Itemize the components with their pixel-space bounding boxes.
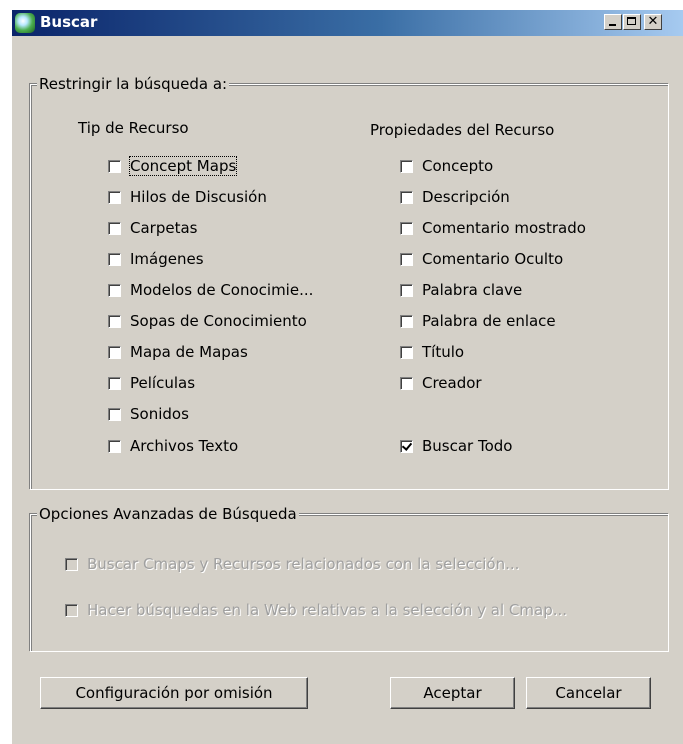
checkbox-label: Título: [422, 343, 465, 361]
checkbox-description[interactable]: Descripción: [400, 187, 510, 207]
checkbox-label: Mapa de Mapas: [130, 343, 248, 361]
checkbox-keyword[interactable]: Palabra clave: [400, 280, 522, 300]
checkbox-linking-phrase[interactable]: Palabra de enlace: [400, 311, 556, 331]
checkbox-box[interactable]: [400, 190, 413, 204]
checkbox-box[interactable]: [400, 376, 413, 390]
checkbox-box[interactable]: [108, 439, 121, 453]
checkbox-box-checked[interactable]: [400, 439, 413, 453]
checkbox-label: Buscar Cmaps y Recursos relacionados con…: [87, 555, 520, 573]
checkbox-knowledge-models[interactable]: Modelos de Conocimie...: [108, 280, 313, 300]
checkbox-box[interactable]: [108, 283, 121, 297]
checkbox-box[interactable]: [65, 603, 78, 617]
maximize-icon: [627, 17, 636, 25]
search-dialog: Buscar ✕ Restringir la búsqueda a: Tip d…: [12, 10, 683, 744]
checkbox-label: Hacer búsquedas en la Web relativas a la…: [87, 601, 568, 619]
checkbox-box[interactable]: [108, 190, 121, 204]
advanced-options-group-title: Opciones Avanzadas de Búsqueda: [37, 505, 299, 523]
checkbox-label: Archivos Texto: [130, 437, 239, 455]
resource-type-heading: Tip de Recurso: [78, 119, 189, 137]
checkbox-label: Concepto: [422, 157, 494, 175]
checkbox-label: Palabra clave: [422, 281, 523, 299]
checkbox-box[interactable]: [400, 314, 413, 328]
minimize-button[interactable]: [604, 14, 622, 30]
checkbox-box[interactable]: [108, 221, 121, 235]
cancel-button[interactable]: Cancelar: [526, 677, 651, 709]
checkbox-label: Concept Maps: [128, 156, 238, 176]
checkbox-label: Imágenes: [130, 250, 204, 268]
checkbox-search-all[interactable]: Buscar Todo: [400, 436, 512, 456]
checkbox-label: Creador: [422, 374, 482, 392]
checkbox-creator[interactable]: Creador: [400, 373, 482, 393]
checkbox-label: Palabra de enlace: [422, 312, 556, 330]
title-bar[interactable]: Buscar ✕: [12, 10, 683, 36]
minimize-icon: [609, 24, 616, 26]
checkbox-concept-maps[interactable]: Concept Maps: [108, 156, 238, 176]
checkbox-label: Hilos de Discusión: [130, 188, 267, 206]
checkbox-box[interactable]: [108, 407, 121, 421]
close-button[interactable]: ✕: [644, 14, 662, 30]
checkbox-search-related-cmaps[interactable]: Buscar Cmaps y Recursos relacionados con…: [65, 554, 519, 574]
checkbox-images[interactable]: Imágenes: [108, 249, 204, 269]
checkbox-hidden-comment[interactable]: Comentario Oculto: [400, 249, 563, 269]
checkbox-label: Buscar Todo: [422, 437, 513, 455]
checkbox-discussion-threads[interactable]: Hilos de Discusión: [108, 187, 267, 207]
checkbox-folders[interactable]: Carpetas: [108, 218, 197, 238]
checkbox-box[interactable]: [400, 283, 413, 297]
checkbox-movies[interactable]: Películas: [108, 373, 195, 393]
maximize-button[interactable]: [623, 14, 641, 30]
checkbox-box[interactable]: [400, 221, 413, 235]
resource-properties-heading: Propiedades del Recurso: [370, 121, 555, 139]
cmaptools-app-icon: [15, 13, 35, 33]
checkbox-label: Descripción: [422, 188, 510, 206]
checkbox-label: Películas: [130, 374, 196, 392]
checkbox-box[interactable]: [108, 345, 121, 359]
checkbox-label: Carpetas: [130, 219, 198, 237]
checkbox-box[interactable]: [400, 159, 413, 173]
checkbox-box[interactable]: [108, 159, 121, 173]
advanced-options-group: Opciones Avanzadas de Búsqueda: [30, 505, 669, 652]
accept-button[interactable]: Aceptar: [390, 677, 515, 709]
checkbox-box[interactable]: [108, 252, 121, 266]
checkbox-map-of-maps[interactable]: Mapa de Mapas: [108, 342, 248, 362]
checkbox-title[interactable]: Título: [400, 342, 464, 362]
checkbox-text-files[interactable]: Archivos Texto: [108, 436, 238, 456]
checkbox-label: Sonidos: [130, 405, 189, 423]
window-title: Buscar: [40, 13, 98, 31]
checkbox-box[interactable]: [108, 314, 121, 328]
checkbox-box[interactable]: [65, 557, 78, 571]
checkbox-knowledge-soups[interactable]: Sopas de Conocimiento: [108, 311, 307, 331]
checkbox-web-search[interactable]: Hacer búsquedas en la Web relativas a la…: [65, 600, 567, 620]
checkbox-box[interactable]: [400, 252, 413, 266]
checkbox-label: Comentario Oculto: [422, 250, 564, 268]
checkbox-label: Comentario mostrado: [422, 219, 586, 237]
default-settings-button[interactable]: Configuración por omisión: [40, 677, 308, 709]
checkbox-sounds[interactable]: Sonidos: [108, 404, 189, 424]
checkbox-concept[interactable]: Concepto: [400, 156, 493, 176]
checkbox-box[interactable]: [400, 345, 413, 359]
checkbox-box[interactable]: [108, 376, 121, 390]
close-icon: ✕: [647, 14, 659, 29]
checkbox-shown-comment[interactable]: Comentario mostrado: [400, 218, 586, 238]
restrict-search-group-title: Restringir la búsqueda a:: [37, 75, 230, 93]
checkbox-label: Sopas de Conocimiento: [130, 312, 307, 330]
checkbox-label: Modelos de Conocimie...: [130, 281, 314, 299]
